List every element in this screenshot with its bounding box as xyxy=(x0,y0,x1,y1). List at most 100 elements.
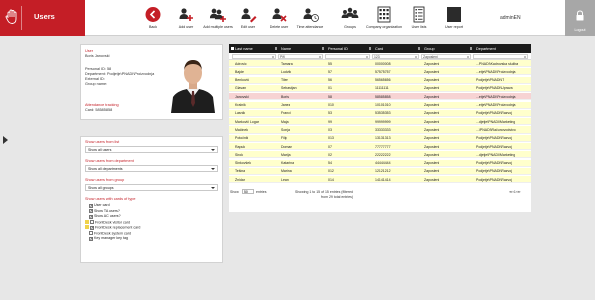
chevron-down-icon xyxy=(211,149,215,151)
table-row[interactable]: Glavan Sebastjan 01 11111111 Zaposleni Podjet… xyxy=(229,84,531,93)
toolbar-button-label: User report xyxy=(445,25,463,29)
table-cell: Glavan xyxy=(235,86,247,91)
checkbox[interactable] xyxy=(89,230,93,235)
column-filter-input[interactable]: Pifl xyxy=(278,54,323,59)
checkbox[interactable]: ✔ xyxy=(90,226,94,230)
user-photo xyxy=(169,51,217,113)
company-organization-button[interactable]: Company organization xyxy=(366,3,402,36)
table-row[interactable]: Rapuk Doman 07 77777777 Zaposleni Podjetje\PN… xyxy=(229,143,531,151)
time-attendance-button[interactable]: Time attendance xyxy=(296,3,324,36)
table-footer: Show 50 entries Showing 1 to 15 of 15 en… xyxy=(229,185,531,212)
user-lists-icon xyxy=(413,6,425,23)
table-row[interactable]: Sinkovšek Katarina 54 44444444 Zaposleni Podj… xyxy=(229,159,531,167)
table-row[interactable]: Mačinek Sonja 03 33333333 Zaposleni ...\PNADI… xyxy=(229,126,531,134)
card-type-option[interactable]: FrontDesk system card xyxy=(89,230,131,235)
list-filter-select[interactable]: Show all users xyxy=(85,146,218,153)
sort-icon[interactable] xyxy=(275,47,277,50)
select-all-checkbox[interactable] xyxy=(230,46,234,50)
user-report-button[interactable]: User report xyxy=(440,3,468,36)
table-cell: Katarina xyxy=(281,161,295,166)
column-header[interactable]: Last name xyxy=(235,47,253,51)
sort-icon[interactable] xyxy=(322,47,324,50)
table-row[interactable]: Markovič Logar Maja 99 99999999 Zaposleni...… xyxy=(229,118,531,126)
column-header[interactable]: Name xyxy=(281,47,291,51)
table-row[interactable]: Bajde Ludvik 57 57575757 Zaposleni ...etje\PN… xyxy=(229,68,531,76)
add-user-button[interactable]: Add user xyxy=(172,3,200,36)
checkbox[interactable]: ✔ xyxy=(89,214,93,219)
checkbox[interactable]: ✔ xyxy=(89,203,93,208)
table-cell: Zaposleni xyxy=(424,177,440,182)
group-filter-select[interactable]: Show all groups xyxy=(85,184,218,191)
table-cell: 14141414 xyxy=(375,177,391,182)
card-type-option[interactable]: ✔Show TA users? xyxy=(89,209,120,213)
table-cell: Franci xyxy=(281,111,291,116)
column-header[interactable]: Department xyxy=(476,47,496,51)
table-cell: Zaposleni xyxy=(424,61,440,66)
table-cell: Podjetje\PNADI\Uprava xyxy=(476,86,513,91)
column-filter-input[interactable]: Zaposleni xyxy=(421,54,471,59)
column-filter-input[interactable] xyxy=(325,54,370,59)
card-type-option[interactable]: FrontDesk visitor card xyxy=(85,219,130,224)
table-row[interactable]: Potočnik Filip 013 13131313 Zaposleni Podjetj… xyxy=(229,134,531,142)
card-type-heading: Show users with cards of type xyxy=(85,197,136,201)
checkbox[interactable]: ✔ xyxy=(89,209,93,213)
table-cell: 03 xyxy=(328,127,332,132)
groups-button[interactable]: Groups xyxy=(336,3,364,36)
checkbox[interactable]: ✔ xyxy=(89,236,93,241)
department-filter-select[interactable]: Show all departments xyxy=(85,165,218,172)
time-attendance-icon xyxy=(303,8,319,22)
table-cell: 44444444 xyxy=(375,161,391,166)
pagination[interactable]: ≪‹1›≫ xyxy=(509,190,521,194)
column-header[interactable]: Group xyxy=(424,47,435,51)
table-row[interactable]: Lasnik Franci 53 53535353 Zaposleni Podjetje\… xyxy=(229,109,531,117)
card-type-label: FrontDesk system card xyxy=(94,231,131,235)
column-filter-input[interactable] xyxy=(473,54,528,59)
column-filter-input[interactable]: 123 xyxy=(372,54,419,59)
table-filter-row: Pifl 123 Zaposleni xyxy=(229,53,531,60)
table-cell: Zaposleni xyxy=(424,94,440,99)
add-multiple-users-button[interactable]: Add multiple users xyxy=(203,3,233,36)
sort-icon[interactable] xyxy=(369,47,371,50)
search-icon xyxy=(271,55,274,58)
card-type-label: Show AC users? xyxy=(94,214,121,218)
logout-button[interactable]: Logout xyxy=(565,0,595,36)
table-cell: ...PNADI\Kadrovska služba xyxy=(476,61,519,66)
table-cell: Lasnik xyxy=(235,111,246,116)
table-cell: Tilen xyxy=(281,78,289,83)
table-row[interactable]: Adrovic Tamara 55 00000008 Zaposleni ...PNADI… xyxy=(229,60,531,68)
table-cell: Podjetje\PNADI\Razvoj xyxy=(476,177,512,182)
column-header[interactable]: Personal ID xyxy=(328,47,348,51)
table-row[interactable]: Benković Tilen 56 56565656 Zaposleni Podjetje… xyxy=(229,76,531,84)
table-cell: Podjetje\PNADI\Razvoj xyxy=(476,169,512,174)
card-type-label: User card xyxy=(94,203,110,207)
delete-user-button[interactable]: Delete user xyxy=(265,3,293,36)
table-row[interactable]: Žnidar Lean 014 14141414 Zaposleni Podjetje\P… xyxy=(229,176,531,184)
checkbox[interactable] xyxy=(90,219,94,224)
column-filter-input[interactable] xyxy=(232,54,276,59)
sort-icon[interactable] xyxy=(470,47,472,50)
sort-icon[interactable] xyxy=(418,47,420,50)
panel-toggle-icon[interactable] xyxy=(3,136,8,144)
table-cell: Mačinek xyxy=(235,127,249,132)
table-row[interactable]: Kralnik Janez 010 10101010 Zaposleni ...etje\… xyxy=(229,101,531,109)
back-button[interactable]: Back xyxy=(139,3,167,36)
table-cell: 02 xyxy=(328,152,332,157)
page-size-select[interactable]: 50 xyxy=(242,189,254,194)
current-user-name: adminEN xyxy=(500,15,521,21)
column-filter-value: Zaposleni xyxy=(423,55,438,59)
card-type-option[interactable]: ✔FrontDesk replacement card xyxy=(85,225,140,230)
table-row[interactable]: Tešina Marina 012 12121212 Zaposleni Podjetje… xyxy=(229,167,531,176)
table-row[interactable]: Janovski Boris 58 58585858 Zaposleni ...etje\… xyxy=(229,93,531,101)
user-full-name: Boris Janovski xyxy=(85,54,110,58)
edit-user-button[interactable]: Edit user xyxy=(234,3,262,36)
app-brand: Users xyxy=(0,0,85,36)
table-row[interactable]: Sirok Marija 02 22222222 Zaposleni ...djetje\… xyxy=(229,151,531,159)
card-type-option[interactable]: ✔Show AC users? xyxy=(89,214,121,219)
column-header[interactable]: Card xyxy=(375,47,383,51)
table-cell: 33333333 xyxy=(375,127,391,132)
card-type-option[interactable]: ✔Key manager key tag xyxy=(89,236,128,241)
search-icon xyxy=(523,55,526,58)
card-type-option[interactable]: ✔User card xyxy=(89,203,110,208)
user-lists-button[interactable]: User lists xyxy=(405,3,433,36)
column-filter-value: Pifl xyxy=(280,55,285,59)
